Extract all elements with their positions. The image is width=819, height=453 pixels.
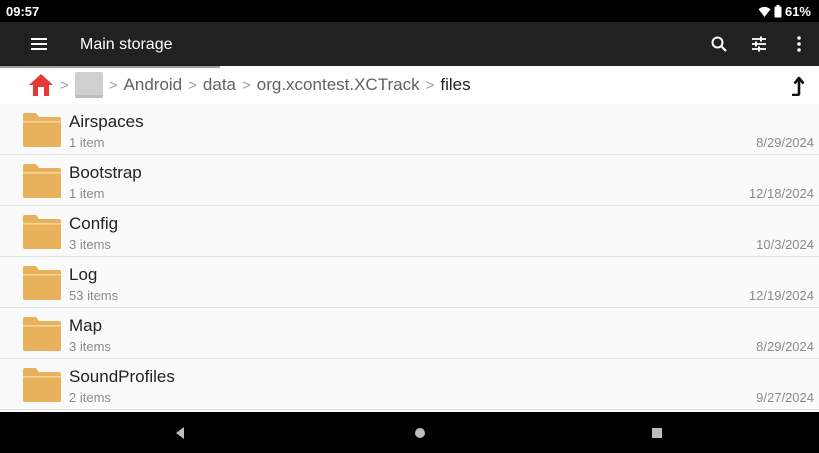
breadcrumb-bar: > > Android > data > org.xcontest.XCTrac…: [0, 66, 819, 105]
breadcrumb: > > Android > data > org.xcontest.XCTrac…: [28, 66, 471, 104]
status-icons: 61%: [758, 4, 811, 19]
status-bar: 09:57 61%: [0, 0, 819, 22]
item-count: 1 item: [69, 135, 105, 150]
file-name: Bootstrap: [69, 163, 142, 182]
item-count: 53 items: [69, 288, 119, 303]
recents-button[interactable]: [627, 412, 687, 453]
file-name: Map: [69, 316, 103, 335]
file-row[interactable]: Airspaces 1 item 8/29/2024: [0, 104, 819, 155]
file-name: Log: [69, 265, 98, 284]
breadcrumb-item-package[interactable]: org.xcontest.XCTrack: [257, 75, 420, 95]
item-count: 2 items: [69, 390, 111, 405]
app-title: Main storage: [80, 36, 173, 53]
menu-button[interactable]: [28, 34, 50, 54]
search-icon: [711, 36, 727, 52]
breadcrumb-separator: >: [188, 76, 197, 94]
parent-folder-button[interactable]: [787, 74, 807, 97]
menu-icon: [31, 38, 47, 50]
file-name: Config: [69, 214, 119, 233]
home-nav-button[interactable]: [390, 412, 450, 453]
modified-date: 8/29/2024: [756, 339, 814, 354]
file-row[interactable]: SoundProfiles 2 items 9/27/2024: [0, 359, 819, 410]
breadcrumb-separator: >: [242, 76, 251, 94]
more-vert-icon: [797, 36, 801, 52]
status-time: 09:57: [6, 4, 40, 19]
folder-icon: [23, 266, 61, 300]
wifi-icon: [758, 6, 771, 17]
folder-icon: [23, 368, 61, 402]
item-count: 3 items: [69, 339, 111, 354]
arrow-up-icon: [792, 76, 805, 97]
battery-percent: 61%: [784, 4, 811, 19]
breadcrumb-item-android[interactable]: Android: [124, 75, 183, 95]
more-options-button[interactable]: [779, 22, 819, 66]
home-circle-icon: [415, 427, 425, 438]
breadcrumb-separator: >: [60, 76, 69, 94]
folder-icon: [23, 317, 61, 351]
storage-drive-icon[interactable]: [74, 72, 103, 98]
folder-icon: [23, 215, 61, 249]
modified-date: 12/18/2024: [748, 186, 814, 201]
file-name: Airspaces: [69, 112, 144, 131]
recents-square-icon: [652, 427, 662, 438]
file-row[interactable]: Bootstrap 1 item 12/18/2024: [0, 155, 819, 206]
file-row[interactable]: Map 3 items 8/29/2024: [0, 308, 819, 359]
folder-icon: [23, 164, 61, 198]
divider: [0, 66, 220, 68]
item-count: 3 items: [69, 237, 111, 252]
battery-icon: [774, 5, 782, 18]
file-name: SoundProfiles: [69, 367, 175, 386]
breadcrumb-item-data[interactable]: data: [203, 75, 236, 95]
search-button[interactable]: [699, 22, 739, 66]
breadcrumb-separator: >: [425, 76, 435, 94]
tune-icon: [752, 36, 766, 52]
file-list: Airspaces 1 item 8/29/2024 Bootstrap 1 i…: [0, 104, 819, 410]
modified-date: 12/19/2024: [748, 288, 814, 303]
modified-date: 10/3/2024: [756, 237, 814, 252]
navigation-bar: [0, 412, 819, 453]
breadcrumb-item-current[interactable]: files: [440, 75, 470, 95]
home-icon[interactable]: [28, 72, 54, 98]
item-count: 1 item: [69, 186, 105, 201]
file-row[interactable]: Log 53 items 12/19/2024: [0, 257, 819, 308]
modified-date: 9/27/2024: [756, 390, 814, 405]
app-bar: Main storage: [0, 22, 819, 66]
app-bar-actions: [699, 22, 819, 66]
filter-button[interactable]: [739, 22, 779, 66]
back-button[interactable]: [150, 412, 210, 453]
back-triangle-icon: [176, 426, 184, 439]
modified-date: 8/29/2024: [756, 135, 814, 150]
file-row[interactable]: Config 3 items 10/3/2024: [0, 206, 819, 257]
folder-icon: [23, 113, 61, 147]
breadcrumb-separator: >: [108, 76, 118, 94]
